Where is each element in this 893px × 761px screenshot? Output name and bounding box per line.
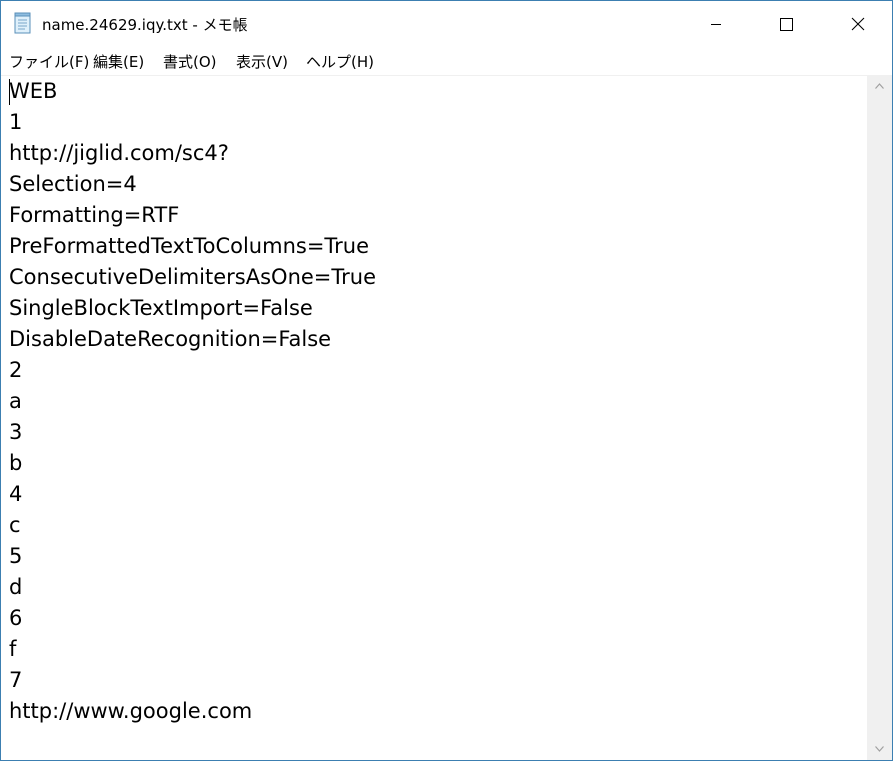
- text-line: Selection=4: [9, 172, 137, 196]
- text-line: c: [9, 513, 21, 537]
- menu-help[interactable]: ヘルプ(H): [306, 51, 374, 72]
- text-line: DisableDateRecognition=False: [9, 327, 332, 351]
- maximize-button[interactable]: [763, 1, 809, 47]
- menu-edit[interactable]: 編集(E): [93, 51, 144, 72]
- window-title: name.24629.iqy.txt - メモ帳: [42, 16, 248, 34]
- text-line: http://jiglid.com/sc4?: [9, 141, 229, 165]
- text-caret: [9, 79, 10, 105]
- scroll-down-arrow-icon: [875, 746, 884, 752]
- text-line: Formatting=RTF: [9, 203, 180, 227]
- minimize-icon: [711, 24, 721, 25]
- menu-view[interactable]: 表示(V): [236, 51, 288, 72]
- text-line: 6: [9, 606, 23, 630]
- notepad-window: name.24629.iqy.txt - メモ帳 ファイル(F) 編集(E) 書…: [0, 0, 893, 761]
- text-line: 5: [9, 544, 23, 568]
- text-line: a: [9, 389, 22, 413]
- text-line: f: [9, 637, 17, 661]
- text-line: 4: [9, 482, 23, 506]
- scroll-up-button[interactable]: [867, 77, 892, 95]
- text-line: d: [9, 575, 23, 599]
- minimize-button[interactable]: [693, 1, 739, 47]
- close-icon: [851, 17, 865, 31]
- menu-format[interactable]: 書式(O): [163, 51, 217, 72]
- scroll-up-arrow-icon: [875, 83, 884, 89]
- maximize-icon: [780, 18, 793, 31]
- text-line: SingleBlockTextImport=False: [9, 296, 313, 320]
- scroll-down-button[interactable]: [867, 740, 892, 758]
- text-line: 7: [9, 668, 23, 692]
- close-button[interactable]: [835, 1, 881, 47]
- text-line: ConsecutiveDelimitersAsOne=True: [9, 265, 376, 289]
- menu-file[interactable]: ファイル(F): [9, 51, 89, 72]
- title-bar[interactable]: name.24629.iqy.txt - メモ帳: [1, 1, 892, 47]
- text-line: http://www.google.com: [9, 699, 253, 723]
- text-line: WEB: [9, 79, 58, 103]
- text-editor-area[interactable]: WEB 1 http://jiglid.com/sc4? Selection=4…: [1, 75, 867, 760]
- menu-bar: ファイル(F) 編集(E) 書式(O) 表示(V) ヘルプ(H): [1, 47, 892, 75]
- text-line: PreFormattedTextToColumns=True: [9, 234, 370, 258]
- vertical-scrollbar[interactable]: [867, 75, 892, 760]
- text-line: 2: [9, 358, 23, 382]
- text-line: 1: [9, 110, 23, 134]
- notepad-icon[interactable]: [14, 12, 32, 34]
- text-line: 3: [9, 420, 23, 444]
- text-line: b: [9, 451, 23, 475]
